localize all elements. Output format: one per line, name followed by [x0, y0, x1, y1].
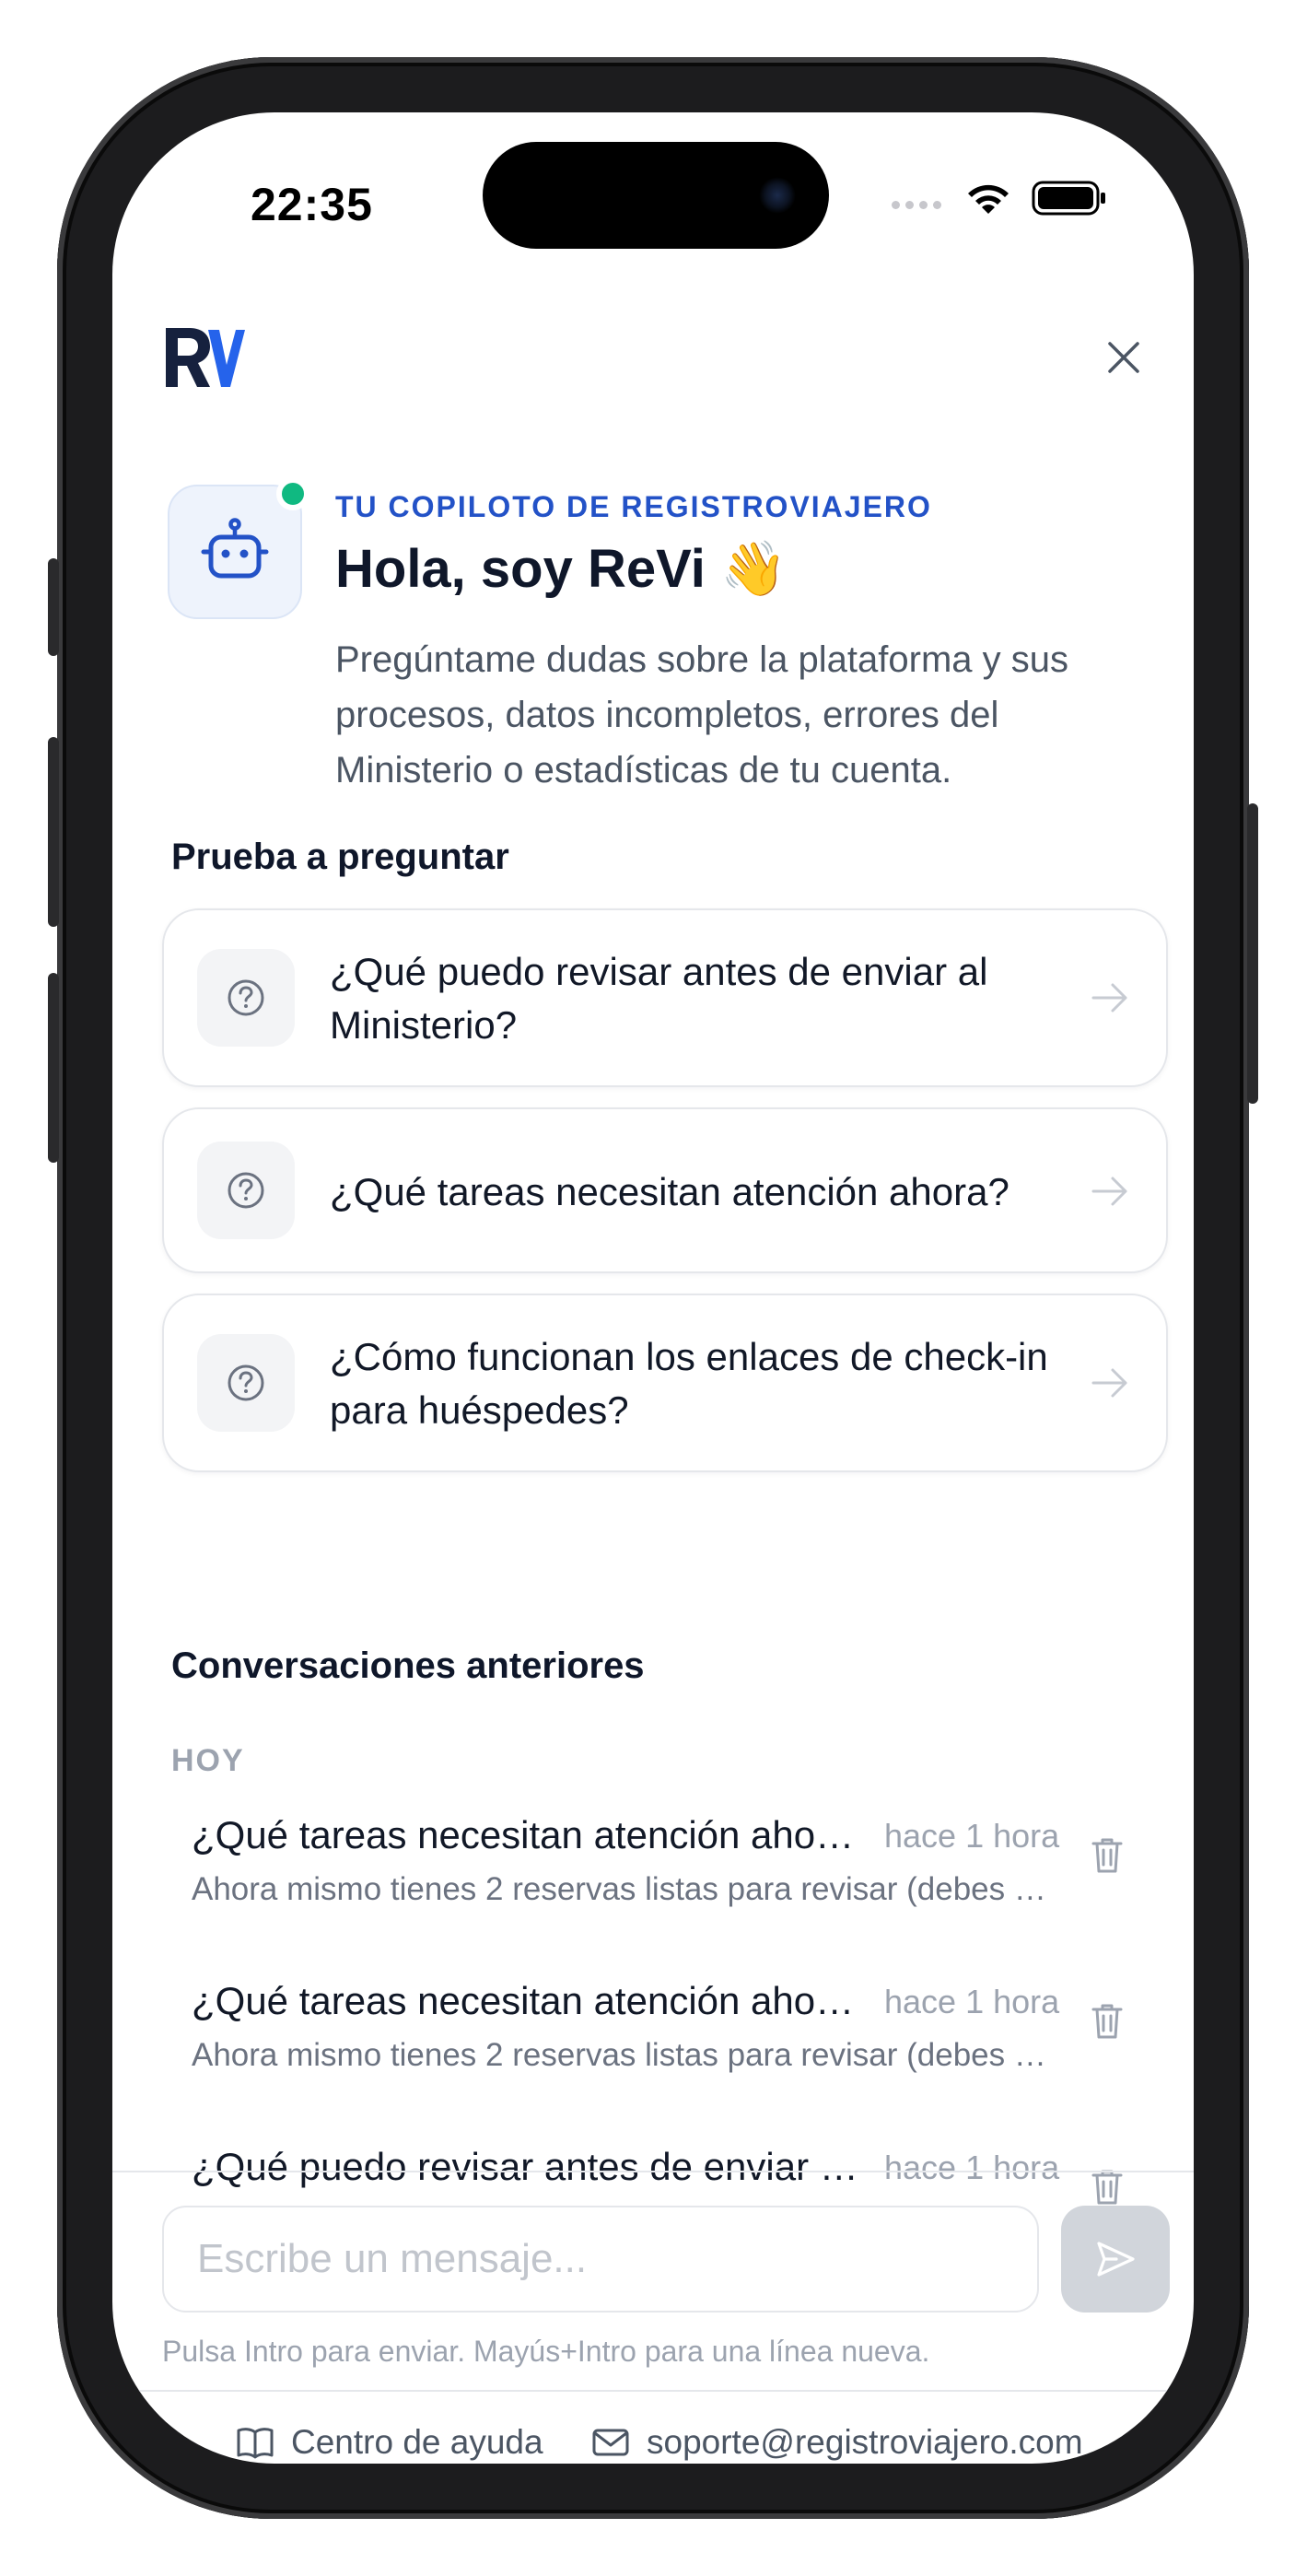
history-item-time: hace 1 hora [884, 2149, 1060, 2186]
book-icon [237, 2428, 274, 2459]
battery-icon [1032, 181, 1105, 216]
power-button [1247, 803, 1258, 1104]
suggestion-card[interactable]: ¿Qué tareas necesitan atención ahora? [162, 1107, 1168, 1273]
send-icon [1097, 2242, 1135, 2277]
composer-hint: Pulsa Intro para enviar. Mayús+Intro par… [162, 2335, 930, 2368]
trash-icon [1091, 2004, 1123, 2039]
history-item-time: hace 1 hora [884, 1817, 1060, 1855]
online-status-dot [276, 477, 309, 510]
support-email-link[interactable]: soporte@registroviajero.com [591, 2423, 1083, 2462]
history-item-title: ¿Qué tareas necesitan atención ahora? [192, 1979, 864, 2022]
suggestion-card[interactable]: ¿Cómo funcionan los enlaces de check-in … [162, 1294, 1168, 1472]
status-time: 22:35 [251, 179, 373, 230]
suggestion-icon-wrap [197, 1334, 295, 1432]
suggestion-icon-wrap [197, 949, 295, 1047]
screen: 22:35 TU COPILOTO DE REGISTROVIAJERO Hol… [112, 112, 1194, 2464]
footer-divider [112, 2390, 1194, 2392]
help-circle-icon [228, 979, 264, 1016]
history-item-preview: Ahora mismo tienes 2 reservas listas par… [192, 1871, 1050, 1907]
history-group-label: HOY [171, 1743, 245, 1778]
wifi-icon [968, 184, 1009, 214]
message-input[interactable] [162, 2206, 1039, 2313]
camera-icon [759, 177, 796, 214]
suggestions-title: Prueba a preguntar [171, 837, 509, 877]
logo [162, 324, 247, 391]
history-item-time: hace 1 hora [884, 1983, 1060, 2020]
help-center-link[interactable]: Centro de ayuda [236, 2423, 543, 2462]
support-email-label: soporte@registroviajero.com [647, 2423, 1083, 2461]
arrow-right-icon [1091, 983, 1127, 1013]
history-item-title: ¿Qué tareas necesitan atención ahora? [192, 1813, 864, 1856]
intro-title: Hola, soy ReVi 👋 [335, 539, 788, 599]
suggestion-label: ¿Qué tareas necesitan atención ahora? [330, 1170, 1009, 1213]
dynamic-island [483, 142, 829, 249]
help-circle-icon [228, 1364, 264, 1401]
close-button[interactable] [1098, 332, 1149, 383]
brand-logo-icon [166, 328, 245, 387]
action-button [48, 558, 59, 656]
suggestion-label: ¿Qué puedo revisar antes de enviar al Mi… [330, 950, 988, 1047]
arrow-right-icon [1091, 1368, 1127, 1398]
delete-conversation-button[interactable] [1087, 1833, 1127, 1878]
robot-icon [201, 518, 269, 579]
history-item-title: ¿Qué puedo revisar antes de enviar al Mi… [192, 2145, 864, 2188]
suggestion-label: ¿Cómo funcionan los enlaces de check-in … [330, 1335, 1048, 1432]
volume-up-button [48, 737, 59, 927]
composer-divider [112, 2171, 1194, 2172]
history-item[interactable]: ¿Qué tareas necesitan atención ahora? ha… [192, 1975, 1164, 2113]
intro-description: Pregúntame dudas sobre la plataforma y s… [335, 639, 1068, 790]
trash-icon [1091, 2170, 1123, 2205]
history-item[interactable]: ¿Qué puedo revisar antes de enviar al Mi… [192, 2141, 1164, 2228]
delete-conversation-button[interactable] [1087, 1999, 1127, 2043]
history-title: Conversaciones anteriores [171, 1645, 645, 1686]
history-item[interactable]: ¿Qué tareas necesitan atención ahora? ha… [192, 1809, 1164, 1948]
history-item-preview: Ahora mismo tienes 2 reservas listas par… [192, 2037, 1050, 2073]
help-circle-icon [228, 1172, 264, 1209]
close-icon [1108, 342, 1139, 373]
suggestion-card[interactable]: ¿Qué puedo revisar antes de enviar al Mi… [162, 908, 1168, 1087]
help-center-label: Centro de ayuda [291, 2423, 543, 2461]
suggestion-icon-wrap [197, 1142, 295, 1239]
arrow-right-icon [1091, 1177, 1127, 1206]
send-button[interactable] [1061, 2206, 1170, 2313]
volume-down-button [48, 973, 59, 1163]
mail-icon [592, 2429, 629, 2456]
trash-icon [1091, 1838, 1123, 1873]
signal-icon [892, 201, 941, 209]
intro-eyebrow: TU COPILOTO DE REGISTROVIAJERO [335, 490, 932, 523]
